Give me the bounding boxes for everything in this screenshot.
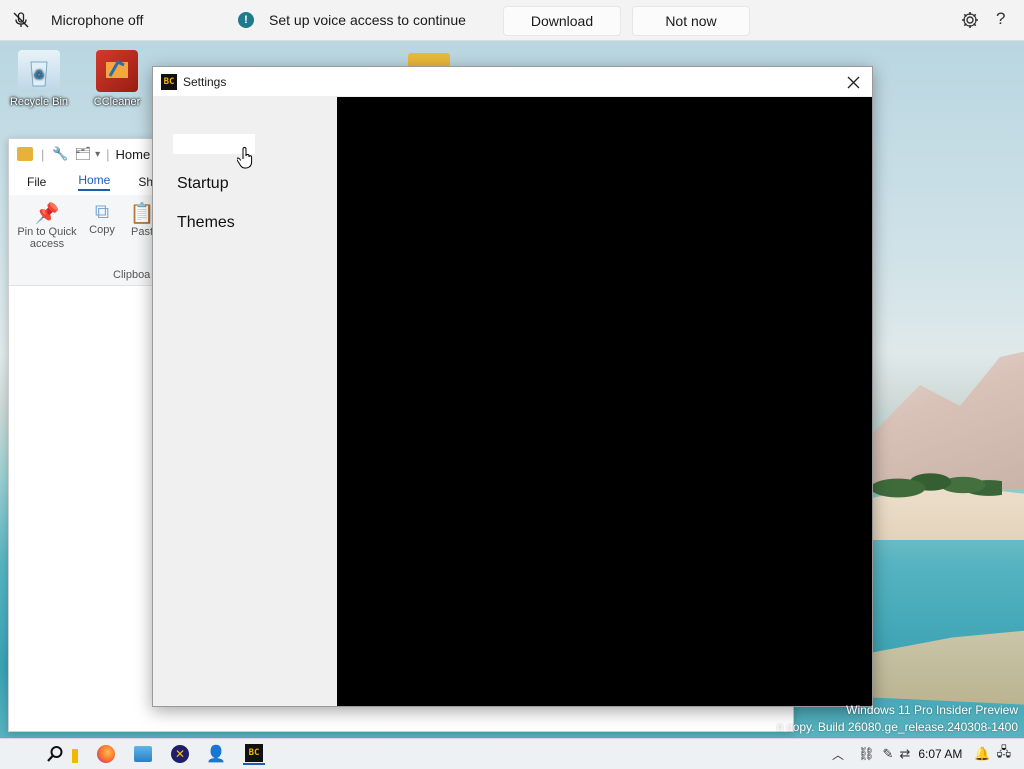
chevron-up-icon[interactable]: ︿ (832, 746, 844, 763)
desktop-folder-icon[interactable] (408, 53, 450, 67)
ccleaner-icon (96, 50, 138, 92)
copy-label: Copy (89, 224, 115, 236)
wallpaper-grass (872, 630, 1024, 705)
clipboard-group-label: Clipboa (113, 269, 151, 281)
taskbar-widget-icon[interactable] (72, 749, 78, 763)
settings-nav-pane: Startup Themes (153, 97, 337, 706)
tab-file[interactable]: File (27, 175, 46, 189)
watermark-line-2: n copy. Build 26080.ge_release.240308-14… (776, 720, 1018, 734)
copy-icon: ⧉ (94, 201, 110, 223)
gear-icon (962, 12, 978, 28)
app-icon: BC (161, 73, 177, 90)
voice-access-bar: Microphone off ! Set up voice access to … (0, 0, 1024, 41)
voice-settings-button[interactable] (960, 10, 980, 30)
settings-window[interactable]: BC Settings Startup Themes (152, 66, 873, 707)
microphone-toggle-button[interactable] (4, 3, 38, 37)
windows-watermark: Windows 11 Pro Insider Preview n copy. B… (777, 702, 1018, 736)
settings-titlebar[interactable]: BC Settings (153, 67, 872, 96)
properties-icon[interactable]: 🔧 (52, 146, 68, 162)
microphone-status: Microphone off (51, 12, 144, 28)
new-folder-icon[interactable]: 🗂 (75, 146, 92, 162)
taskbar-active-app-button[interactable]: BC (243, 743, 265, 765)
pin-label-2: access (29, 238, 65, 250)
firefox-icon (97, 745, 115, 763)
copy-button[interactable]: ⧉ Copy (85, 201, 119, 236)
app-icon: BC (245, 744, 263, 762)
window-title: Settings (183, 74, 227, 89)
close-button[interactable] (840, 69, 866, 95)
help-button[interactable]: ? (996, 9, 1005, 29)
wallpaper-trees (872, 452, 1002, 512)
taskbar-firefox-button[interactable] (95, 743, 117, 765)
recycle-bin-icon: ♻ (18, 50, 60, 92)
photos-icon (134, 746, 152, 762)
taskbar-photos-button[interactable] (132, 743, 154, 765)
pen-icon[interactable]: ✎ (883, 746, 894, 762)
watermark-line-1: Windows 11 Pro Insider Preview (846, 703, 1018, 717)
info-icon: ! (238, 12, 254, 28)
tab-home[interactable]: Home (78, 173, 111, 191)
chevron-down-icon[interactable]: ▾ (95, 149, 100, 160)
pin-icon: 📌 (34, 203, 60, 225)
download-button[interactable]: Download (503, 6, 621, 36)
taskbar-xbox-button[interactable]: ✕ (169, 743, 191, 765)
clock-time[interactable]: 6:07 AM (918, 747, 962, 761)
voice-access-message: Set up voice access to continue (269, 12, 466, 28)
folder-icon (17, 147, 33, 161)
taskbar-search-button[interactable] (44, 743, 66, 765)
desktop-icon-label: Recycle Bin (9, 96, 69, 108)
network-icon[interactable]: ⛓ (858, 746, 875, 762)
settings-content-pane (337, 97, 872, 706)
notification-bell-icon[interactable]: 🔔 (974, 746, 990, 762)
pin-label: Pin to Quick (17, 226, 77, 238)
taskbar: ✕ 👤 BC ︿ ⛓ ✎ ⇄ 6:07 AM 🔔 🖧 (0, 738, 1024, 769)
help-icon: ? (996, 9, 1006, 28)
breadcrumb: Home (115, 146, 151, 162)
search-icon (47, 746, 63, 762)
pin-quick-access-button[interactable]: 📌 Pin to Quick access (15, 201, 79, 250)
microphone-off-icon (13, 12, 29, 28)
people-icon: 👤 (206, 746, 226, 763)
xbox-icon: ✕ (171, 745, 189, 763)
nav-item-themes[interactable]: Themes (177, 214, 235, 232)
close-icon (847, 76, 859, 88)
taskbar-people-button[interactable]: 👤 (205, 743, 227, 765)
system-tray: ︿ ⛓ ✎ ⇄ 6:07 AM 🔔 🖧 (832, 739, 1011, 769)
copilot-icon[interactable]: 🖧 (997, 743, 1012, 765)
nav-item-startup[interactable]: Startup (177, 175, 229, 193)
not-now-button[interactable]: Not now (632, 6, 750, 36)
desktop-icon-label: CCleaner (93, 96, 141, 108)
hand-cursor-icon (237, 147, 253, 169)
separator: | (106, 146, 110, 162)
volume-icon[interactable]: ⇄ (899, 746, 910, 762)
desktop-icon-recycle-bin[interactable]: ♻ Recycle Bin (7, 50, 71, 108)
separator: | (41, 146, 45, 162)
svg-text:♻: ♻ (34, 68, 45, 82)
desktop-icon-ccleaner[interactable]: CCleaner (85, 50, 149, 108)
